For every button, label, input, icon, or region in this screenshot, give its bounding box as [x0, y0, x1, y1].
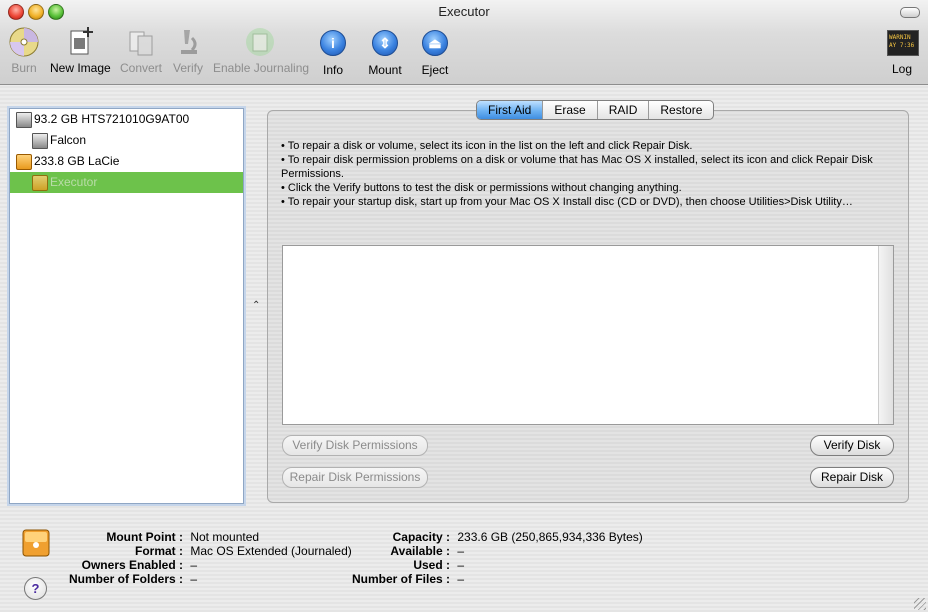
- sidebar-item-executor[interactable]: Executor: [10, 172, 243, 193]
- tab-restore[interactable]: Restore: [649, 101, 713, 119]
- verify-button[interactable]: Verify: [171, 26, 205, 75]
- help-button[interactable]: ?: [24, 577, 47, 600]
- disk-list[interactable]: 93.2 GB HTS721010G9AT00 Falcon 233.8 GB …: [9, 108, 244, 504]
- window-title: Executor: [438, 4, 490, 19]
- mount-button[interactable]: ⇕ Mount: [365, 26, 405, 77]
- log-console-icon: WARNIN AY 7:36: [887, 30, 919, 56]
- journal-icon: [244, 26, 276, 58]
- repair-disk-button[interactable]: Repair Disk: [810, 467, 894, 488]
- log-scrollbar[interactable]: [878, 246, 893, 424]
- tab-raid[interactable]: RAID: [598, 101, 650, 119]
- burn-button[interactable]: Burn: [8, 26, 40, 75]
- number-of-files-row: Number of Files : –: [351, 572, 465, 586]
- capacity-row: Capacity : 233.6 GB (250,865,934,336 Byt…: [392, 530, 643, 544]
- convert-button[interactable]: Convert: [119, 26, 163, 75]
- log-button[interactable]: WARNIN AY 7:36 Log: [887, 26, 919, 76]
- log-line-2: AY 7:36: [889, 42, 915, 49]
- disk-utility-window: Executor Burn New Image Convert Verify E…: [0, 0, 928, 612]
- convert-icon: [125, 26, 157, 58]
- mount-point-row: Mount Point : Not mounted: [106, 530, 260, 544]
- eject-icon: ⏏: [422, 30, 448, 56]
- first-aid-instructions: • To repair a disk or volume, select its…: [281, 139, 881, 209]
- number-of-folders-row: Number of Folders : –: [68, 572, 198, 586]
- new-image-icon: [64, 26, 96, 58]
- repair-permissions-button[interactable]: Repair Disk Permissions: [282, 467, 428, 488]
- log-line-1: WARNIN: [889, 34, 911, 41]
- microscope-icon: [172, 26, 204, 58]
- verify-disk-button[interactable]: Verify Disk: [810, 435, 894, 456]
- toolbar-toggle-button[interactable]: [900, 7, 920, 18]
- volume-icon: [32, 133, 48, 149]
- instruction-line: • Click the Verify buttons to test the d…: [281, 182, 682, 194]
- internal-disk-icon: [16, 112, 32, 128]
- verify-permissions-button[interactable]: Verify Disk Permissions: [282, 435, 428, 456]
- used-row: Used : –: [413, 558, 465, 572]
- enable-journaling-button[interactable]: Enable Journaling: [213, 26, 309, 75]
- resize-grip[interactable]: [914, 598, 926, 610]
- tab-first-aid[interactable]: First Aid: [477, 101, 544, 119]
- info-button[interactable]: i Info: [320, 26, 346, 77]
- owners-enabled-row: Owners Enabled : –: [81, 558, 198, 572]
- tab-bar: First Aid Erase RAID Restore: [476, 100, 715, 120]
- external-volume-icon: [32, 175, 48, 191]
- sidebar-item-falcon[interactable]: Falcon: [10, 130, 243, 151]
- sidebar-item-lacie[interactable]: 233.8 GB LaCie: [10, 151, 243, 172]
- results-log-area[interactable]: [282, 245, 894, 425]
- external-disk-icon: [22, 528, 50, 558]
- new-image-button[interactable]: New Image: [50, 26, 111, 75]
- instruction-line: • To repair a disk or volume, select its…: [281, 140, 693, 152]
- external-disk-icon: [16, 154, 32, 170]
- eject-button[interactable]: ⏏ Eject: [420, 26, 450, 77]
- info-icon: i: [320, 30, 346, 56]
- instruction-line: • To repair disk permission problems on …: [281, 154, 873, 180]
- mount-icon: ⇕: [372, 30, 398, 56]
- tab-erase[interactable]: Erase: [543, 101, 598, 119]
- split-view-handle[interactable]: ⌃: [252, 300, 260, 311]
- title-toolbar: Executor Burn New Image Convert Verify E…: [0, 0, 928, 85]
- burn-disc-icon: [8, 26, 40, 58]
- format-row: Format : Mac OS Extended (Journaled): [135, 544, 352, 558]
- available-row: Available : –: [390, 544, 465, 558]
- sidebar-item-internal-disk[interactable]: 93.2 GB HTS721010G9AT00: [10, 109, 243, 130]
- instruction-line: • To repair your startup disk, start up …: [281, 196, 853, 208]
